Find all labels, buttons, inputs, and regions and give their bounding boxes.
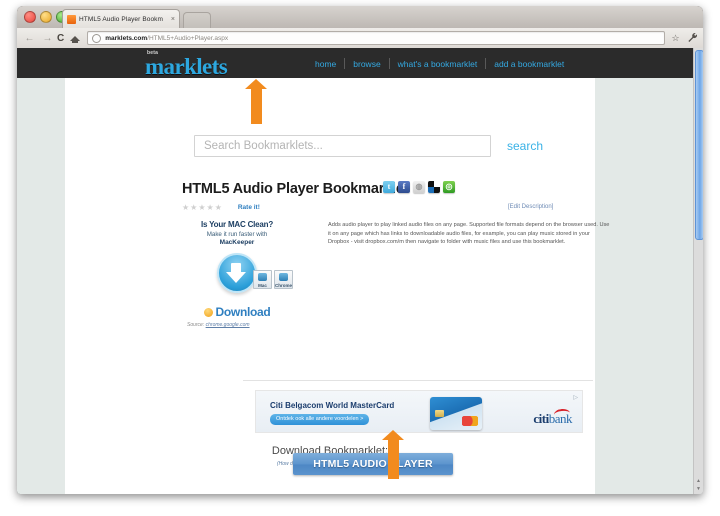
logo-wordmark: marklets bbox=[145, 54, 228, 79]
share-green-icon[interactable]: ◎ bbox=[443, 181, 455, 193]
delicious-icon[interactable] bbox=[428, 181, 440, 193]
twitter-icon[interactable]: t bbox=[383, 181, 395, 193]
scroll-down-arrow[interactable]: ▼ bbox=[695, 486, 702, 493]
mackeeper-download-link[interactable]: Download bbox=[203, 305, 271, 319]
ad-source-prefix: Source: bbox=[187, 322, 205, 328]
stumbleupon-icon[interactable]: ◍ bbox=[413, 181, 425, 193]
mac-badge-icon: Mac bbox=[253, 270, 272, 289]
credit-card-image bbox=[430, 397, 482, 430]
url-domain: marklets.com bbox=[105, 34, 148, 42]
divider-top bbox=[243, 380, 593, 381]
annotation-arrow-logo bbox=[245, 79, 267, 124]
citibank-logo: citibank bbox=[533, 408, 573, 427]
citibank-logo-bold: citi bbox=[533, 411, 549, 426]
citibank-headline: Citi Belgacom World MasterCard bbox=[270, 401, 395, 410]
edit-description-link[interactable]: [Edit Description] bbox=[508, 204, 553, 210]
tab-close-icon[interactable]: × bbox=[171, 16, 175, 23]
star-2[interactable]: ★ bbox=[190, 203, 197, 212]
mackeeper-subline: Make it run faster with MacKeeper bbox=[187, 231, 287, 247]
page-info-icon[interactable] bbox=[92, 33, 102, 43]
search-button[interactable]: search bbox=[507, 139, 543, 153]
os-badges: Mac Chrome bbox=[253, 270, 293, 289]
star-3[interactable]: ★ bbox=[198, 203, 205, 212]
mackeeper-ad[interactable]: Is Your MAC Clean? Make it run faster wi… bbox=[187, 218, 293, 328]
home-icon[interactable] bbox=[70, 33, 81, 43]
citi-arc-icon bbox=[553, 408, 571, 420]
star-rating[interactable]: ★ ★ ★ ★ ★ Rate it! bbox=[182, 203, 260, 212]
ad-source: Source: chrome.google.com bbox=[187, 322, 287, 328]
bookmarklet-description: Adds audio player to play linked audio f… bbox=[328, 222, 610, 245]
citibank-ad[interactable]: Citi Belgacom World MasterCard Ontdek oo… bbox=[255, 390, 583, 433]
search-row: Search Bookmarklets... search bbox=[194, 135, 543, 157]
nav-item-add-a-bookmarklet[interactable]: add a bookmarklet bbox=[486, 59, 572, 69]
forward-icon[interactable]: → bbox=[42, 33, 53, 44]
tab-title: HTML5 Audio Player Bookm bbox=[79, 15, 164, 23]
minimize-window-button[interactable] bbox=[40, 11, 52, 23]
mackeeper-brand: MacKeeper bbox=[219, 239, 255, 246]
star-list[interactable]: ★ ★ ★ ★ ★ bbox=[182, 203, 222, 212]
facebook-icon[interactable]: f bbox=[398, 181, 410, 193]
ad-source-link[interactable]: chrome.google.com bbox=[206, 322, 250, 328]
tab-favicon bbox=[67, 14, 76, 24]
bookmarklet-button[interactable]: HTML5 AUDIO PLAYER bbox=[293, 453, 453, 475]
browser-tab-strip: HTML5 Audio Player Bookm × bbox=[17, 6, 703, 29]
chrome-badge-label: Chrome bbox=[275, 283, 293, 288]
mac-badge-label: Mac bbox=[258, 283, 267, 288]
search-input[interactable]: Search Bookmarklets... bbox=[194, 135, 491, 157]
page-viewport: beta marklets home browse what's a bookm… bbox=[17, 48, 703, 494]
page-scrollbar[interactable]: ▲ ▼ bbox=[693, 48, 703, 494]
bookmark-star-icon[interactable]: ☆ bbox=[669, 32, 682, 45]
new-tab-button[interactable] bbox=[183, 12, 211, 29]
site-logo[interactable]: beta marklets bbox=[145, 50, 228, 79]
mackeeper-subline-text: Make it run faster with bbox=[206, 231, 268, 238]
address-bar[interactable]: marklets.com/HTML5+Audio+Player.aspx bbox=[87, 31, 665, 45]
ad-choices-icon[interactable]: ▷ bbox=[573, 394, 578, 401]
browser-window: HTML5 Audio Player Bookm × ← → C marklet… bbox=[17, 6, 703, 494]
content-card: Search Bookmarklets... search HTML5 Audi… bbox=[65, 78, 609, 494]
browser-tab-active[interactable]: HTML5 Audio Player Bookm × bbox=[62, 9, 180, 28]
search-placeholder: Search Bookmarklets... bbox=[204, 140, 323, 152]
star-4[interactable]: ★ bbox=[207, 203, 214, 212]
nav-item-home[interactable]: home bbox=[307, 59, 344, 69]
nav-item-whats-a-bookmarklet[interactable]: what's a bookmarklet bbox=[390, 59, 486, 69]
annotation-arrow-button bbox=[382, 430, 404, 479]
star-1[interactable]: ★ bbox=[182, 203, 189, 212]
url-path: /HTML5+Audio+Player.aspx bbox=[147, 34, 229, 42]
site-header: beta marklets home browse what's a bookm… bbox=[17, 48, 694, 78]
download-arrow-icon[interactable] bbox=[217, 253, 257, 293]
scrollbar-thumb[interactable] bbox=[695, 50, 703, 240]
star-5[interactable]: ★ bbox=[215, 203, 222, 212]
wrench-menu-icon[interactable] bbox=[686, 32, 699, 45]
page-title: HTML5 Audio Player Bookmarklet bbox=[182, 181, 409, 197]
nav-item-browse[interactable]: browse bbox=[345, 59, 388, 69]
reload-icon[interactable]: C bbox=[57, 33, 64, 44]
main-nav: home browse what's a bookmarklet add a b… bbox=[307, 58, 572, 69]
address-bar-url: marklets.com/HTML5+Audio+Player.aspx bbox=[105, 35, 228, 42]
social-share-icons: t f ◍ ◎ bbox=[383, 181, 455, 193]
citibank-cta-button[interactable]: Ontdek ook alle andere voordelen > bbox=[270, 414, 370, 425]
screenshot-root: HTML5 Audio Player Bookm × ← → C marklet… bbox=[0, 0, 720, 516]
mackeeper-headline: Is Your MAC Clean? bbox=[200, 220, 274, 229]
close-window-button[interactable] bbox=[24, 11, 36, 23]
rate-it-label[interactable]: Rate it! bbox=[238, 204, 260, 211]
browser-toolbar: ← → C marklets.com/HTML5+Audio+Player.as… bbox=[17, 28, 703, 49]
logo-beta-tag: beta bbox=[147, 50, 159, 56]
wrench-glyph bbox=[688, 32, 698, 42]
chrome-badge-icon: Chrome bbox=[274, 270, 293, 289]
scroll-up-arrow[interactable]: ▲ bbox=[695, 478, 702, 485]
back-icon[interactable]: ← bbox=[24, 33, 35, 44]
